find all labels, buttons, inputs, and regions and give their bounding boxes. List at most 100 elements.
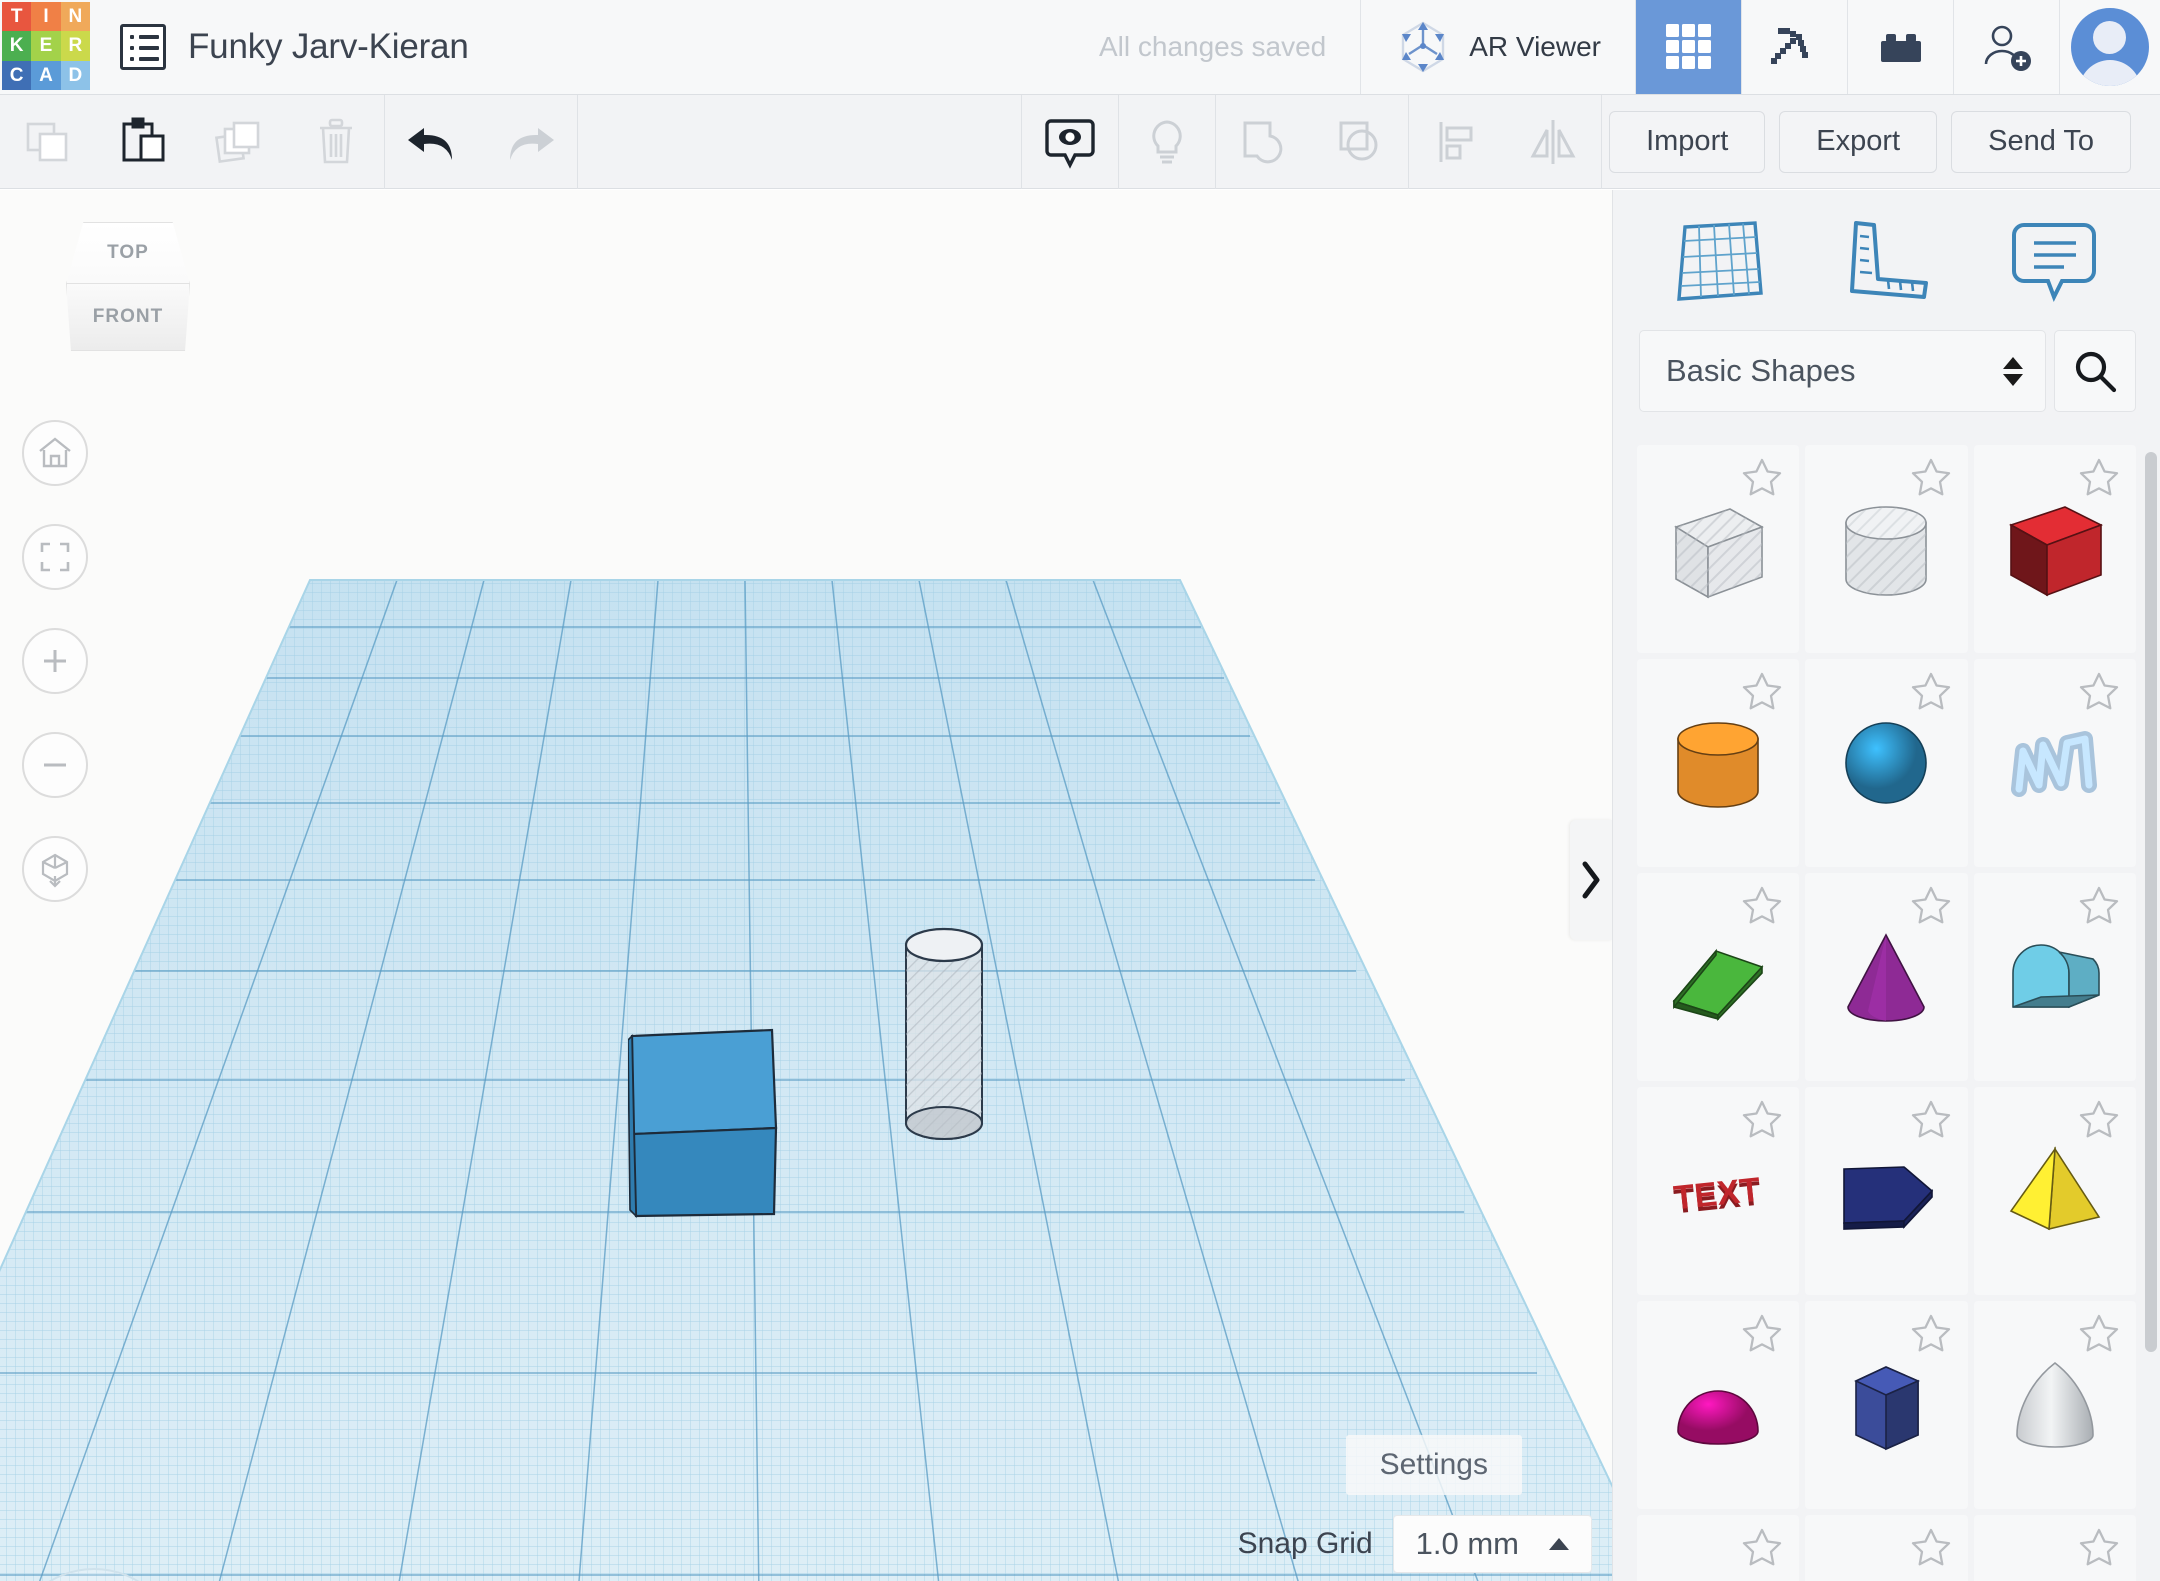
cone-glyph [1820, 911, 1952, 1043]
hole-cylinder-glyph [1820, 483, 1952, 615]
fit-to-view-button[interactable] [22, 524, 88, 590]
shape-hole-box[interactable] [1637, 445, 1799, 653]
shape-box[interactable] [1974, 445, 2136, 653]
view-controls [22, 420, 88, 940]
copy-button[interactable] [0, 95, 96, 189]
view-cube-top-face[interactable]: TOP [66, 222, 190, 284]
shape-pyramid[interactable] [1974, 1087, 2136, 1295]
3d-canvas[interactable]: Workplane TOP FRONT [0, 190, 1612, 1581]
logo-tile-k: K [2, 31, 31, 60]
workplane[interactable] [0, 520, 1612, 1581]
scribble-glyph [1989, 697, 2121, 829]
favorite-star-icon[interactable] [1908, 883, 1954, 929]
ungroup-icon [1332, 114, 1388, 170]
snap-grid-select[interactable]: 1.0 mm [1393, 1515, 1592, 1573]
favorite-star-icon[interactable] [2076, 455, 2122, 501]
shape-polygon-wedge[interactable] [1805, 1087, 1967, 1295]
shape-half-cylinder[interactable] [1974, 873, 2136, 1081]
favorite-star-icon[interactable] [2076, 883, 2122, 929]
category-select[interactable]: Basic Shapes [1639, 330, 2046, 412]
shape-cone[interactable] [1805, 873, 1967, 1081]
logo-tile-c: C [2, 61, 31, 90]
import-button[interactable]: Import [1609, 111, 1765, 173]
notes-tab[interactable] [1999, 205, 2109, 315]
favorite-star-icon[interactable] [2076, 1097, 2122, 1143]
shape-roof[interactable] [1637, 873, 1799, 1081]
favorite-star-icon[interactable] [1908, 455, 1954, 501]
paste-button[interactable] [96, 95, 192, 189]
shape-hexagonal-prism[interactable] [1805, 1301, 1967, 1509]
zoom-out-icon [37, 747, 73, 783]
shape-text[interactable]: TEXTTEXT [1637, 1087, 1799, 1295]
document-title[interactable]: Funky Jarv-Kieran [182, 0, 469, 94]
undo-button[interactable] [385, 95, 481, 189]
user-avatar-button[interactable] [2060, 0, 2160, 94]
align-button[interactable] [1409, 95, 1505, 189]
project-menu-button[interactable] [104, 0, 182, 94]
redo-button[interactable] [481, 95, 577, 189]
minecraft-button[interactable] [1742, 0, 1848, 94]
shape-tube-orange[interactable] [1805, 1515, 1967, 1581]
delete-button[interactable] [288, 95, 384, 189]
zoom-out-button[interactable] [22, 732, 88, 798]
ortho-perspective-button[interactable] [22, 836, 88, 902]
shape-paraboloid[interactable] [1974, 1301, 2136, 1509]
blue-box-object[interactable] [628, 1010, 780, 1220]
favorite-star-icon[interactable] [1739, 669, 1785, 715]
favorite-star-icon[interactable] [2076, 669, 2122, 715]
lego-brick-button[interactable] [1848, 0, 1954, 94]
home-view-icon [37, 435, 73, 471]
favorite-star-icon[interactable] [1739, 1097, 1785, 1143]
zoom-in-icon [37, 643, 73, 679]
search-button[interactable] [2054, 330, 2136, 412]
tinkercad-logo[interactable]: TINKERCAD [0, 0, 92, 92]
snap-grid-value: 1.0 mm [1416, 1526, 1519, 1562]
workplane-tab[interactable] [1664, 205, 1774, 315]
send-to-button[interactable]: Send To [1951, 111, 2131, 173]
favorite-star-icon[interactable] [2076, 1525, 2122, 1571]
show-hide-button[interactable] [1022, 95, 1118, 189]
favorite-star-icon[interactable] [1739, 883, 1785, 929]
view-cube[interactable]: TOP FRONT [58, 222, 198, 352]
ungroup-button[interactable] [1312, 95, 1408, 189]
panel-scrollbar[interactable] [2145, 452, 2157, 1352]
lightbulb-button[interactable] [1119, 95, 1215, 189]
view-cube-front-face[interactable]: FRONT [66, 283, 190, 351]
shape-heart[interactable] [1974, 1515, 2136, 1581]
favorite-star-icon[interactable] [1739, 1311, 1785, 1357]
export-button[interactable]: Export [1779, 111, 1937, 173]
favorite-star-icon[interactable] [1739, 455, 1785, 501]
group-button[interactable] [1216, 95, 1312, 189]
blocks-grid-icon [1662, 20, 1716, 74]
favorite-star-icon[interactable] [1908, 1311, 1954, 1357]
favorite-star-icon[interactable] [1739, 1525, 1785, 1571]
settings-button[interactable]: Settings [1346, 1435, 1522, 1495]
box-glyph [1989, 483, 2121, 615]
duplicate-button[interactable] [192, 95, 288, 189]
mirror-button[interactable] [1505, 95, 1601, 189]
panel-collapse-button[interactable] [1570, 820, 1612, 940]
add-user-button[interactable] [1954, 0, 2060, 94]
hole-cylinder-object[interactable] [900, 925, 988, 1160]
undo-icon [402, 114, 464, 170]
ar-viewer-button[interactable]: AR Viewer [1361, 0, 1636, 94]
chevron-right-icon [1578, 858, 1604, 902]
shape-sphere[interactable] [1805, 659, 1967, 867]
favorite-star-icon[interactable] [1908, 1097, 1954, 1143]
sphere-glyph [1820, 697, 1952, 829]
favorite-star-icon[interactable] [1908, 1525, 1954, 1571]
favorite-star-icon[interactable] [2076, 1311, 2122, 1357]
spinner-icon [2003, 357, 2023, 386]
ortho-perspective-icon [36, 850, 74, 888]
shape-hole-cylinder[interactable] [1805, 445, 1967, 653]
favorite-star-icon[interactable] [1908, 669, 1954, 715]
shape-scribble[interactable] [1974, 659, 2136, 867]
ruler-tab[interactable] [1831, 205, 1941, 315]
blocks-grid-button[interactable] [1636, 0, 1742, 94]
shape-tube-blue[interactable] [1637, 1515, 1799, 1581]
zoom-in-button[interactable] [22, 628, 88, 694]
shapes-grid[interactable]: TEXTTEXT [1613, 445, 2148, 1581]
shape-half-sphere[interactable] [1637, 1301, 1799, 1509]
home-view-button[interactable] [22, 420, 88, 486]
shape-cylinder[interactable] [1637, 659, 1799, 867]
